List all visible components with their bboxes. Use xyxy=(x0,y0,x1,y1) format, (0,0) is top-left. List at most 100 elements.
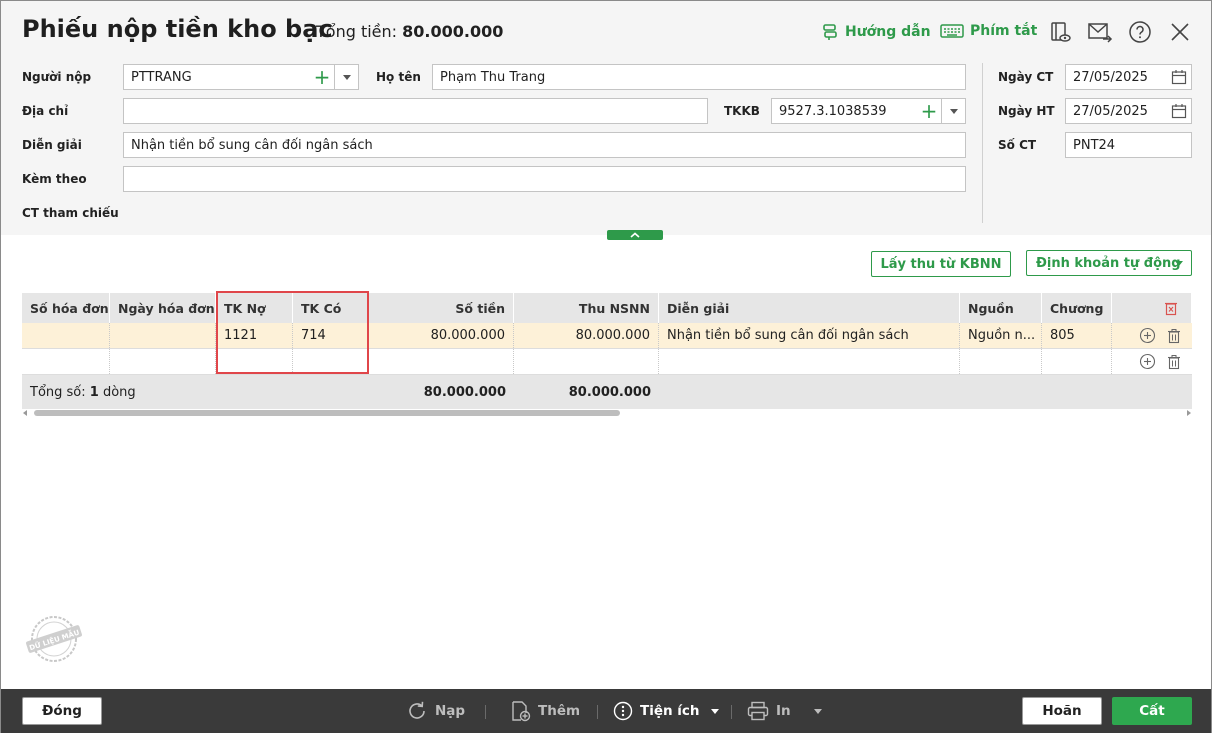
desc-field[interactable]: Nhận tiền bổ sung cân đối ngân sách xyxy=(123,132,966,158)
col-header-credit-account[interactable]: TK Có xyxy=(293,293,369,323)
cell-empty[interactable] xyxy=(369,349,514,374)
guide-link[interactable]: Hướng dẫn xyxy=(821,23,931,41)
mail-send-icon[interactable] xyxy=(1087,19,1113,45)
total-label: Tổng tiền: xyxy=(316,22,398,41)
chevron-down-icon xyxy=(710,708,719,714)
col-header-nsnn[interactable]: Thu NSNN xyxy=(514,293,659,323)
fetch-kbnn-button[interactable]: Lấy thu từ KBNN xyxy=(871,251,1011,277)
scroll-right-icon[interactable] xyxy=(1187,410,1191,416)
tkkb-combobox[interactable]: 9527.3.1038539 + xyxy=(771,98,966,124)
cell-empty[interactable] xyxy=(22,349,110,374)
row-count-prefix: Tổng số: xyxy=(30,384,90,400)
payer-combobox[interactable]: PTTRANG + xyxy=(123,64,359,90)
cell-invoice-date[interactable] xyxy=(110,323,216,348)
so-ct-field[interactable]: PNT24 xyxy=(1065,132,1192,158)
defer-button[interactable]: Hoãn xyxy=(1022,697,1102,725)
trash-icon[interactable] xyxy=(1166,354,1182,370)
toolbar-divider xyxy=(731,705,732,719)
cell-empty[interactable] xyxy=(960,349,1042,374)
close-icon[interactable] xyxy=(1167,19,1193,45)
cell-empty[interactable] xyxy=(110,349,216,374)
reload-button[interactable]: Nạp xyxy=(406,699,465,723)
add-document-icon xyxy=(512,701,531,722)
cell-empty[interactable] xyxy=(216,349,293,374)
cell-amount[interactable]: 80.000.000 xyxy=(369,323,514,348)
tkkb-value: 9527.3.1038539 xyxy=(779,103,887,119)
attach-field[interactable] xyxy=(123,166,966,192)
trash-icon[interactable] xyxy=(1166,328,1182,344)
add-row-icon[interactable] xyxy=(1139,327,1156,344)
table-row[interactable]: 1121 714 80.000.000 80.000.000 Nhận tiền… xyxy=(22,323,1192,349)
chevron-down-icon xyxy=(813,708,822,714)
address-field[interactable] xyxy=(123,98,708,124)
row-count: Tổng số: 1 dòng xyxy=(22,375,322,409)
payer-dropdown-icon[interactable] xyxy=(334,65,358,89)
more-options-icon xyxy=(613,701,633,721)
cell-invoice-no[interactable] xyxy=(22,323,110,348)
col-header-chapter[interactable]: Chương xyxy=(1042,293,1112,323)
form-divider xyxy=(982,63,983,223)
add-row-icon[interactable] xyxy=(1139,353,1156,370)
col-header-source[interactable]: Nguồn xyxy=(960,293,1042,323)
payer-value: PTTRANG xyxy=(131,69,192,85)
cell-empty[interactable] xyxy=(659,349,960,374)
print-button[interactable]: In xyxy=(747,699,822,723)
fullname-field[interactable]: Phạm Thu Trang xyxy=(432,64,966,90)
reload-label: Nạp xyxy=(435,703,466,719)
close-button[interactable]: Đóng xyxy=(22,697,102,725)
cell-source[interactable]: Nguồn n... xyxy=(960,323,1042,348)
cell-empty[interactable] xyxy=(293,349,369,374)
utility-button[interactable]: Tiện ích xyxy=(613,699,719,723)
cell-description[interactable]: Nhận tiền bổ sung cân đối ngân sách xyxy=(659,323,960,348)
toolbar-divider xyxy=(597,705,598,719)
shortcut-link[interactable]: Phím tắt xyxy=(940,23,1037,39)
cell-chapter[interactable]: 805 xyxy=(1042,323,1112,348)
printer-icon xyxy=(747,701,769,721)
cell-credit-account[interactable]: 714 xyxy=(293,323,369,348)
so-ct-label: Số CT xyxy=(998,138,1037,152)
calendar-icon[interactable] xyxy=(1171,69,1187,85)
auto-posting-button[interactable]: Định khoản tự động xyxy=(1026,250,1192,276)
header-panel: Phiếu nộp tiền kho bạc Tổng tiền: 80.000… xyxy=(1,1,1211,235)
calendar-icon[interactable] xyxy=(1171,103,1187,119)
scrollbar-thumb[interactable] xyxy=(34,410,620,416)
col-header-invoice-date[interactable]: Ngày hóa đơn xyxy=(110,293,216,323)
table-row-empty[interactable] xyxy=(22,349,1192,375)
scroll-left-icon[interactable] xyxy=(23,410,27,416)
date-ct-field[interactable]: 27/05/2025 xyxy=(1065,64,1192,90)
cell-nsnn[interactable]: 80.000.000 xyxy=(514,323,659,348)
add-label: Thêm xyxy=(538,703,581,719)
col-header-amount[interactable]: Số tiền xyxy=(369,293,514,323)
help-icon[interactable] xyxy=(1127,19,1153,45)
delete-all-icon[interactable] xyxy=(1112,293,1192,323)
tkkb-dropdown-icon[interactable] xyxy=(941,99,965,123)
add-payer-icon[interactable]: + xyxy=(310,65,334,89)
desc-value: Nhận tiền bổ sung cân đối ngân sách xyxy=(131,137,373,153)
so-ct-value: PNT24 xyxy=(1073,137,1116,153)
view-book-icon[interactable] xyxy=(1047,19,1073,45)
attach-label: Kèm theo xyxy=(22,172,87,186)
date-ht-field[interactable]: 27/05/2025 xyxy=(1065,98,1192,124)
row-count-suffix: dòng xyxy=(98,384,136,400)
row-actions xyxy=(1112,349,1192,374)
auto-posting-label: Định khoản tự động xyxy=(1036,255,1181,271)
cell-empty[interactable] xyxy=(1042,349,1112,374)
add-button[interactable]: Thêm xyxy=(509,699,580,723)
col-header-invoice-no[interactable]: Số hóa đơn xyxy=(22,293,110,323)
total-amount: Tổng tiền: 80.000.000 xyxy=(316,22,503,41)
add-tkkb-icon[interactable]: + xyxy=(917,99,941,123)
date-ht-value: 27/05/2025 xyxy=(1073,103,1148,119)
save-button[interactable]: Cất xyxy=(1112,697,1192,725)
sum-nsnn: 80.000.000 xyxy=(568,384,651,400)
ref-label[interactable]: CT tham chiếu xyxy=(22,206,119,220)
tkkb-label: TKKB xyxy=(724,104,760,118)
guide-label: Hướng dẫn xyxy=(845,24,931,40)
voucher-window: Phiếu nộp tiền kho bạc Tổng tiền: 80.000… xyxy=(0,0,1212,733)
cell-debit-account[interactable]: 1121 xyxy=(216,323,293,348)
collapse-toggle[interactable] xyxy=(607,230,663,240)
col-header-debit-account[interactable]: TK Nợ xyxy=(216,293,293,323)
col-header-description[interactable]: Diễn giải xyxy=(659,293,960,323)
cell-empty[interactable] xyxy=(514,349,659,374)
fullname-label: Họ tên xyxy=(376,70,421,84)
horizontal-scrollbar[interactable] xyxy=(22,409,1192,417)
